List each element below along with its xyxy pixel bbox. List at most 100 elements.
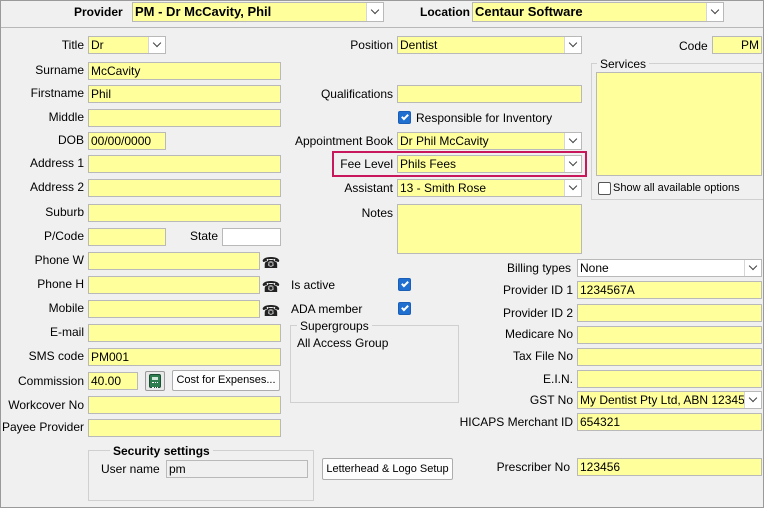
location-label: Location <box>420 5 470 19</box>
chevron-down-icon[interactable] <box>564 180 581 196</box>
responsible-label: Responsible for Inventory <box>416 111 553 125</box>
payee-label: Payee Provider <box>1 420 84 434</box>
medicare-input[interactable] <box>577 326 762 344</box>
phoneh-input[interactable] <box>88 276 260 294</box>
surname-input[interactable]: McCavity <box>88 62 281 80</box>
phonew-input[interactable] <box>88 252 260 270</box>
username-input[interactable]: pm <box>166 460 308 478</box>
address1-label: Address 1 <box>29 156 84 170</box>
ein-label: E.I.N. <box>542 372 573 386</box>
chevron-down-icon[interactable] <box>564 37 581 53</box>
is-active-checkbox[interactable] <box>398 278 411 291</box>
services-list[interactable] <box>596 72 762 176</box>
provider-id1-label: Provider ID 1 <box>502 283 573 297</box>
state-input[interactable] <box>222 228 281 246</box>
commission-label: Commission <box>17 374 84 388</box>
pcode-input[interactable] <box>88 228 166 246</box>
address1-input[interactable] <box>88 155 281 173</box>
chevron-down-icon[interactable] <box>706 3 723 21</box>
address2-label: Address 2 <box>29 180 84 194</box>
calculator-icon[interactable] <box>145 371 165 391</box>
letterhead-logo-setup-button[interactable]: Letterhead & Logo Setup <box>322 458 453 480</box>
chevron-down-icon[interactable] <box>564 156 581 172</box>
appointment-book-label: Appointment Book <box>294 134 393 148</box>
commission-input[interactable]: 40.00 <box>88 372 138 390</box>
ada-member-checkbox[interactable] <box>398 302 411 315</box>
appointment-book-select[interactable]: Dr Phil McCavity <box>397 132 582 150</box>
title-select[interactable]: Dr <box>88 36 166 54</box>
pcode-label: P/Code <box>43 229 84 243</box>
provider-value: PM - Dr McCavity, Phil <box>135 4 272 19</box>
state-label: State <box>190 229 219 243</box>
provider-select[interactable]: PM - Dr McCavity, Phil <box>132 2 384 22</box>
billing-types-label: Billing types <box>506 261 571 275</box>
chevron-down-icon[interactable] <box>744 392 761 408</box>
checkmark-icon <box>400 303 409 312</box>
suburb-input[interactable] <box>88 204 281 222</box>
qualifications-input[interactable] <box>397 85 582 103</box>
responsible-checkbox[interactable] <box>398 111 411 124</box>
phoneh-label: Phone H <box>37 277 84 291</box>
chevron-down-icon[interactable] <box>564 133 581 149</box>
notes-label: Notes <box>361 206 393 220</box>
username-label: User name <box>101 462 160 476</box>
cost-for-expenses-button[interactable]: Cost for Expenses... <box>172 370 280 391</box>
address2-input[interactable] <box>88 179 281 197</box>
services-title: Services <box>597 57 650 71</box>
chevron-down-icon[interactable] <box>148 37 165 53</box>
chevron-down-icon[interactable] <box>366 3 383 21</box>
email-input[interactable] <box>88 324 281 342</box>
code-input[interactable]: PM <box>712 36 762 54</box>
gst-select[interactable]: My Dentist Pty Ltd, ABN 12345 <box>577 391 762 409</box>
phone-icon[interactable]: ☎ <box>261 254 281 272</box>
phone-icon[interactable]: ☎ <box>261 302 281 320</box>
prescriber-label: Prescriber No <box>496 460 570 474</box>
provider-label: Provider <box>74 5 123 19</box>
workcover-input[interactable] <box>88 396 281 414</box>
prescriber-input[interactable]: 123456 <box>577 458 762 476</box>
position-select[interactable]: Dentist <box>397 36 582 54</box>
assistant-label: Assistant <box>344 181 393 195</box>
email-label: E-mail <box>49 325 84 339</box>
notes-textarea[interactable] <box>397 204 582 254</box>
workcover-label: Workcover No <box>8 398 84 412</box>
billing-types-select[interactable]: None <box>577 259 762 277</box>
assistant-select[interactable]: 13 - Smith Rose <box>397 179 582 197</box>
middle-input[interactable] <box>88 109 281 127</box>
fee-level-select[interactable]: Phils Fees <box>397 155 582 173</box>
show-all-options-checkbox[interactable] <box>598 182 611 195</box>
suburb-label: Suburb <box>45 205 84 219</box>
billing-types-value: None <box>580 261 609 275</box>
mobile-input[interactable] <box>88 300 260 318</box>
tax-file-input[interactable] <box>577 348 762 366</box>
assistant-value: 13 - Smith Rose <box>400 181 487 195</box>
firstname-input[interactable]: Phil <box>88 85 281 103</box>
dob-input[interactable]: 00/00/0000 <box>88 132 166 150</box>
tax-file-label: Tax File No <box>512 349 573 363</box>
sms-input[interactable]: PM001 <box>88 348 281 366</box>
location-value: Centaur Software <box>475 4 583 19</box>
hicaps-input[interactable]: 654321 <box>577 413 762 431</box>
supergroup-item[interactable]: All Access Group <box>297 334 388 352</box>
appointment-book-value: Dr Phil McCavity <box>400 134 489 148</box>
provider-id1-input[interactable]: 1234567A <box>577 281 762 299</box>
supergroups-title: Supergroups <box>297 319 372 333</box>
ada-member-label: ADA member <box>291 302 363 316</box>
checkmark-icon <box>400 112 409 121</box>
checkmark-icon <box>400 279 409 288</box>
ein-input[interactable] <box>577 370 762 388</box>
title-value: Dr <box>91 38 104 52</box>
location-select[interactable]: Centaur Software <box>472 2 724 22</box>
chevron-down-icon[interactable] <box>744 260 761 276</box>
provider-id2-label: Provider ID 2 <box>502 306 573 320</box>
payee-input[interactable] <box>88 419 281 437</box>
middle-label: Middle <box>48 110 84 124</box>
is-active-label: Is active <box>291 278 336 292</box>
phone-icon[interactable]: ☎ <box>261 278 281 296</box>
surname-label: Surname <box>35 63 84 77</box>
firstname-label: Firstname <box>30 86 84 100</box>
gst-label: GST No <box>529 393 573 407</box>
fee-level-label: Fee Level <box>340 157 393 171</box>
position-label: Position <box>350 38 393 52</box>
provider-id2-input[interactable] <box>577 304 762 322</box>
